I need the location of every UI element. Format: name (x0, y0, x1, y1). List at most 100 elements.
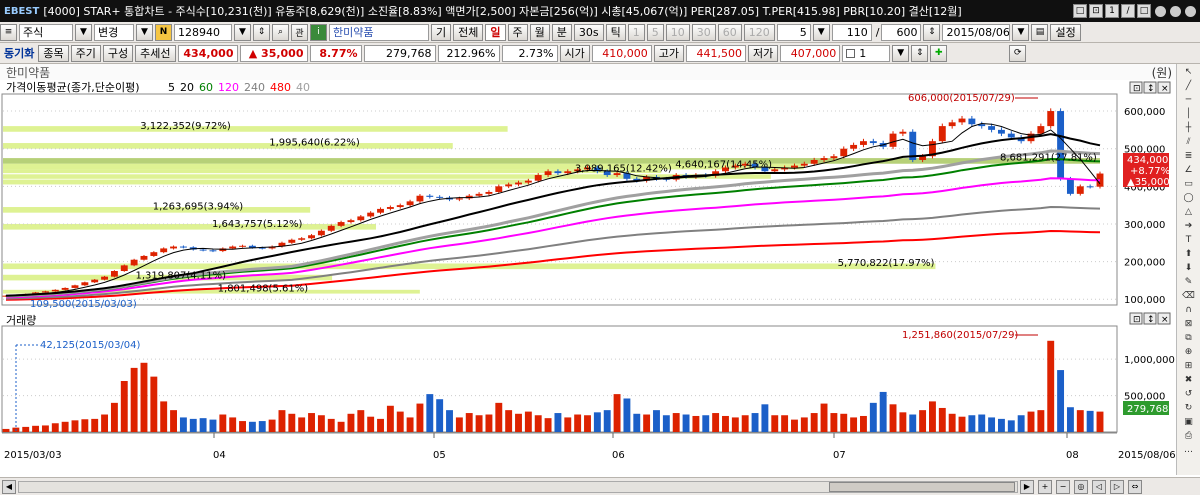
next-icon[interactable]: ▷ (1110, 479, 1124, 494)
horizontal-line-icon[interactable]: ─ (1180, 94, 1198, 106)
period-button-5[interactable]: 분 (551, 23, 572, 41)
window-tool-button-2[interactable]: 1 (1105, 4, 1119, 18)
fit-icon[interactable]: ⇔ (1128, 479, 1142, 494)
vertical-line-icon[interactable]: │ (1180, 108, 1198, 120)
print-icon[interactable]: ⎙ (1180, 430, 1198, 442)
window-tool-button-4[interactable]: □ (1137, 4, 1151, 18)
scroll-thumb[interactable] (829, 481, 1015, 492)
text-icon[interactable]: T (1180, 234, 1198, 246)
search-icon[interactable]: ⌕ (272, 23, 289, 41)
add-icon[interactable]: ✚ (930, 44, 948, 62)
volume-bar (603, 410, 611, 432)
stepper-icon[interactable]: ⇕ (911, 44, 929, 62)
down-arrow-icon[interactable]: ⬇ (1180, 262, 1198, 274)
chart-canvas[interactable]: 600,000500,000400,000300,000200,000100,0… (0, 80, 1176, 477)
ruler-icon[interactable]: ⊞ (1180, 360, 1198, 372)
undo-icon[interactable]: ↺ (1180, 388, 1198, 400)
more-icon[interactable]: … (1180, 444, 1198, 456)
window-tool-button-1[interactable]: ⊡ (1089, 4, 1103, 18)
svg-text:279,768: 279,768 (1127, 404, 1168, 415)
interval-input[interactable]: 5 (776, 23, 811, 41)
zoom-reset-icon[interactable]: ◎ (1074, 479, 1088, 494)
pointer-icon[interactable]: ↖ (1180, 66, 1198, 78)
maximize-icon[interactable] (1170, 5, 1181, 17)
volume-panel-controls[interactable]: ⊡ ↕ × (1129, 312, 1171, 325)
period-button[interactable]: 주기 (70, 44, 101, 62)
pencil-icon[interactable]: ✎ (1180, 276, 1198, 288)
market-select[interactable]: 주식 (19, 23, 73, 41)
zoom-icon[interactable]: ⊕ (1180, 346, 1198, 358)
date-input[interactable]: 2015/08/06 (942, 23, 1011, 41)
chart-scrollbar[interactable]: ◀ ▶ + − ◎ ◁ ▷ ⇔ (0, 477, 1200, 495)
items-button[interactable]: 종목 (38, 44, 69, 62)
period-button-2[interactable]: 일 (485, 23, 506, 41)
checkbox-icon[interactable] (846, 48, 856, 58)
scroll-track[interactable] (18, 480, 1018, 493)
trendline-button[interactable]: 추세선 (135, 44, 176, 62)
period-button-6[interactable]: 30s (573, 23, 604, 41)
arrow-icon[interactable]: ➔ (1180, 220, 1198, 232)
chevron-down-icon[interactable]: ▼ (892, 44, 910, 62)
sync-label[interactable]: 동기화 (4, 45, 34, 61)
up-arrow-icon[interactable]: ⬆ (1180, 248, 1198, 260)
ellipse-icon[interactable]: ◯ (1180, 192, 1198, 204)
refresh-icon[interactable]: ⟳ (1009, 44, 1027, 62)
redo-icon[interactable]: ↻ (1180, 402, 1198, 414)
stepper-icon[interactable]: ⇕ (253, 23, 270, 41)
delete-icon[interactable]: ✖ (1180, 374, 1198, 386)
period-button-3[interactable]: 주 (507, 23, 528, 41)
channel-icon[interactable]: ⫽ (1180, 136, 1198, 148)
chevron-down-icon[interactable]: ▼ (75, 23, 92, 41)
triangle-icon[interactable]: △ (1180, 206, 1198, 218)
zoom-in-icon[interactable]: + (1038, 479, 1052, 494)
stepper-icon[interactable]: ⇕ (923, 23, 941, 41)
change-select[interactable]: 변경 (94, 23, 134, 41)
settings-button[interactable]: 설정 (1050, 23, 1081, 41)
rectangle-icon[interactable]: ▭ (1180, 178, 1198, 190)
calendar-icon[interactable]: ▤ (1031, 23, 1049, 41)
chevron-down-icon[interactable]: ▼ (1012, 23, 1030, 41)
scroll-right-icon[interactable]: ▶ (1020, 479, 1034, 494)
lock-icon[interactable]: ⊠ (1180, 318, 1198, 330)
magnet-icon[interactable]: ∩ (1180, 304, 1198, 316)
eraser-icon[interactable]: ⌫ (1180, 290, 1198, 302)
prev-icon[interactable]: ◁ (1092, 479, 1106, 494)
count-select[interactable]: 1 (842, 44, 891, 62)
minute-button-5[interactable]: 120 (743, 23, 775, 41)
stock-code-input[interactable]: 128940 (174, 23, 232, 41)
trendline-icon[interactable]: ╱ (1180, 80, 1198, 92)
period-button-0[interactable]: 기 (431, 23, 452, 41)
price-panel-controls[interactable]: ⊡ ↕ × (1129, 81, 1171, 94)
chevron-down-icon[interactable]: ▼ (812, 23, 830, 41)
minimize-icon[interactable] (1155, 5, 1166, 17)
minute-button-0[interactable]: 1 (627, 23, 645, 41)
config-button[interactable]: 구성 (102, 44, 134, 62)
scroll-left-icon[interactable]: ◀ (2, 479, 16, 494)
info-icon[interactable]: i (310, 23, 327, 41)
minute-button-2[interactable]: 10 (665, 23, 690, 41)
close-icon[interactable] (1185, 5, 1196, 17)
menu-icon[interactable]: ≡ (0, 23, 17, 41)
gann-icon[interactable]: ∠ (1180, 164, 1198, 176)
period-button-1[interactable]: 전체 (453, 23, 484, 41)
window-tool-button-3[interactable]: / (1121, 4, 1135, 18)
period-button-4[interactable]: 월 (529, 23, 550, 41)
window-tool-button-0[interactable]: □ (1073, 4, 1087, 18)
count-input[interactable]: 110 (831, 23, 872, 41)
save-icon[interactable]: ▣ (1180, 416, 1198, 428)
copy-icon[interactable]: ⧉ (1180, 332, 1198, 344)
minute-button-1[interactable]: 5 (646, 23, 664, 41)
total-input[interactable]: 600 (881, 23, 922, 41)
related-button[interactable]: 관 (291, 23, 308, 41)
candle-body (820, 158, 828, 160)
cross-line-icon[interactable]: ┼ (1180, 122, 1198, 134)
zoom-out-icon[interactable]: − (1056, 479, 1070, 494)
minute-button-4[interactable]: 60 (717, 23, 742, 41)
chevron-down-icon[interactable]: ▼ (234, 23, 251, 41)
chevron-down-icon[interactable]: ▼ (136, 23, 153, 41)
period-button-7[interactable]: 틱 (605, 23, 626, 41)
minute-button-3[interactable]: 30 (691, 23, 716, 41)
fibonacci-icon[interactable]: ≣ (1180, 150, 1198, 162)
candle-body (377, 208, 384, 213)
volume-bar (997, 418, 1005, 432)
